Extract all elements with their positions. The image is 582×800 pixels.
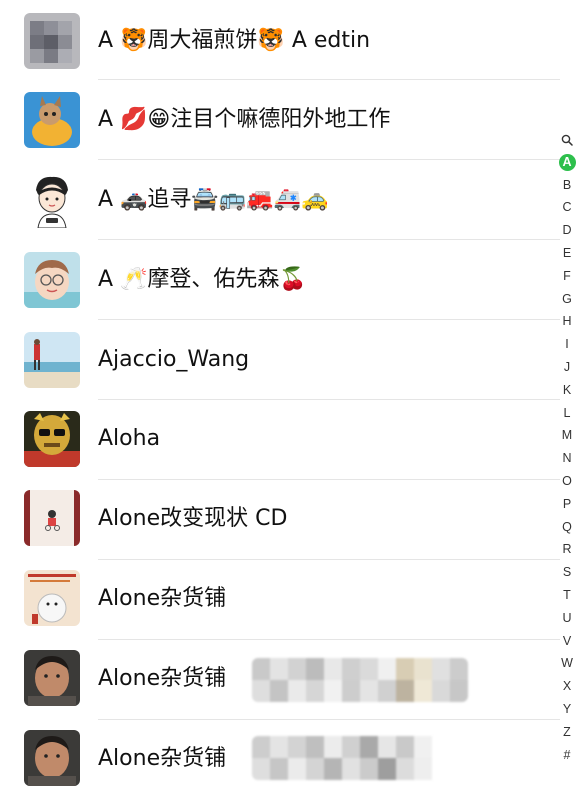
contact-name: Alone杂货铺 bbox=[98, 666, 227, 691]
contact-name: Alone改变现状 CD bbox=[98, 506, 288, 531]
index-letter-y[interactable]: Y bbox=[552, 698, 582, 721]
avatar bbox=[24, 252, 80, 308]
avatar bbox=[24, 730, 80, 786]
contact-name: A 🐯周大福煎饼🐯 A edtin bbox=[98, 28, 371, 53]
redacted-text bbox=[252, 658, 468, 702]
redacted-text bbox=[252, 736, 442, 780]
contact-row[interactable]: Alone改变现状 CD bbox=[0, 480, 560, 560]
index-letter-r[interactable]: R bbox=[552, 538, 582, 561]
contact-name: Aloha bbox=[98, 426, 161, 451]
contact-name: Alone杂货铺 bbox=[98, 746, 227, 771]
contact-name: Ajaccio_Wang bbox=[98, 347, 250, 372]
index-letter-m[interactable]: M bbox=[552, 424, 582, 447]
index-letter-b[interactable]: B bbox=[552, 174, 582, 197]
avatar bbox=[24, 411, 80, 467]
index-letter-z[interactable]: Z bbox=[552, 721, 582, 744]
index-letter-g[interactable]: G bbox=[552, 288, 582, 311]
contact-row[interactable]: A 🥂摩登、佑先森🍒 bbox=[0, 240, 560, 320]
index-letter-p[interactable]: P bbox=[552, 493, 582, 516]
avatar bbox=[24, 92, 80, 148]
index-letter-o[interactable]: O bbox=[552, 470, 582, 493]
index-letter-i[interactable]: I bbox=[552, 333, 582, 356]
avatar bbox=[24, 332, 80, 388]
index-letter-j[interactable]: J bbox=[552, 356, 582, 379]
avatar bbox=[24, 13, 80, 69]
contact-name: Alone杂货铺 bbox=[98, 586, 227, 611]
index-letter-hash[interactable]: # bbox=[552, 744, 582, 767]
contact-row[interactable]: Alone杂货铺 bbox=[0, 560, 560, 640]
index-letter-v[interactable]: V bbox=[552, 630, 582, 653]
index-letter-q[interactable]: Q bbox=[552, 516, 582, 539]
contact-row[interactable]: A 🐯周大福煎饼🐯 A edtin bbox=[0, 0, 560, 80]
contact-row[interactable]: Alone杂货铺 bbox=[0, 720, 560, 800]
avatar bbox=[24, 490, 80, 546]
avatar bbox=[24, 650, 80, 706]
index-letter-a[interactable]: A bbox=[552, 151, 582, 174]
contact-row[interactable]: Aloha bbox=[0, 400, 560, 480]
index-letter-l[interactable]: L bbox=[552, 402, 582, 425]
contact-row[interactable]: Alone杂货铺 bbox=[0, 640, 560, 720]
index-letter-e[interactable]: E bbox=[552, 242, 582, 265]
index-letter-f[interactable]: F bbox=[552, 265, 582, 288]
index-letter-t[interactable]: T bbox=[552, 584, 582, 607]
contact-row[interactable]: Ajaccio_Wang bbox=[0, 320, 560, 400]
index-letter-h[interactable]: H bbox=[552, 310, 582, 333]
alphabet-index[interactable]: A B C D E F G H I J K L M N O P Q R S T U V W X Y Z # bbox=[552, 128, 582, 766]
contact-name: A 💋😁注目个嘛德阳外地工作 bbox=[98, 107, 391, 132]
index-letter-d[interactable]: D bbox=[552, 219, 582, 242]
contact-name: A 🚓追寻🚔🚌🚒🚑🚕 bbox=[98, 187, 329, 212]
avatar bbox=[24, 172, 80, 228]
contact-name: A 🥂摩登、佑先森🍒 bbox=[98, 267, 307, 292]
contact-row[interactable]: A 🚓追寻🚔🚌🚒🚑🚕 bbox=[0, 160, 560, 240]
avatar bbox=[24, 570, 80, 626]
index-letter-c[interactable]: C bbox=[552, 196, 582, 219]
search-icon[interactable] bbox=[552, 128, 582, 151]
index-letter-u[interactable]: U bbox=[552, 607, 582, 630]
index-letter-s[interactable]: S bbox=[552, 561, 582, 584]
index-letter-k[interactable]: K bbox=[552, 379, 582, 402]
contact-row[interactable]: A 💋😁注目个嘛德阳外地工作 bbox=[0, 80, 560, 160]
index-letter-w[interactable]: W bbox=[552, 652, 582, 675]
index-letter-n[interactable]: N bbox=[552, 447, 582, 470]
index-letter-x[interactable]: X bbox=[552, 675, 582, 698]
